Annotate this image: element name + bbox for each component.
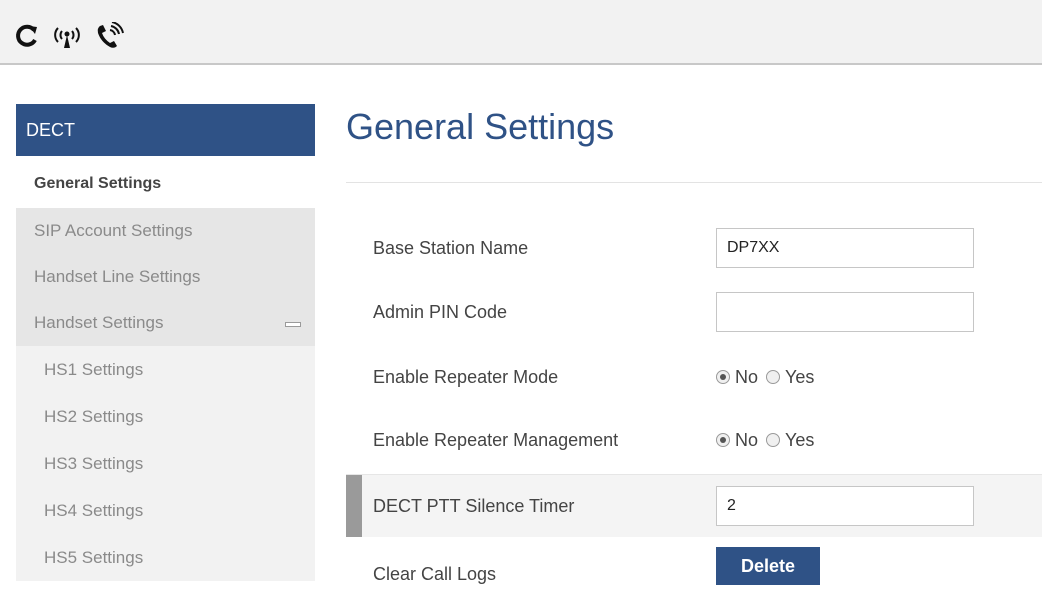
refresh-icon[interactable]: [14, 23, 40, 54]
setting-row-repeater-mode: Enable Repeater Mode No Yes: [346, 346, 1042, 408]
repeater-management-label: Enable Repeater Management: [373, 430, 619, 450]
page-title: General Settings: [346, 106, 615, 147]
sidebar-item-general-settings[interactable]: General Settings: [16, 156, 315, 208]
clear-call-logs-label: Clear Call Logs: [373, 564, 497, 584]
sidebar-nav: DECT General Settings SIP Account Settin…: [16, 104, 315, 581]
repeater-mode-yes-radio[interactable]: [766, 370, 781, 384]
top-toolbar: [0, 0, 1042, 65]
sidebar-item-label: Handset Settings: [34, 313, 164, 332]
row-highlight-marker: [346, 475, 362, 537]
repeater-management-no-radio[interactable]: [716, 433, 730, 447]
wireless-icon[interactable]: [50, 23, 84, 54]
ptt-silence-timer-label: DECT PTT Silence Timer: [373, 496, 575, 516]
setting-row-admin-pin: Admin PIN Code: [346, 281, 1042, 343]
phone-ring-icon[interactable]: [94, 21, 126, 55]
repeater-management-yes-label[interactable]: Yes: [785, 430, 814, 451]
sidebar-item-hs1-settings[interactable]: HS1 Settings: [16, 346, 315, 393]
setting-row-base-station-name: Base Station Name DP7XX: [346, 217, 1042, 279]
setting-row-ptt-silence-timer: DECT PTT Silence Timer 2: [346, 474, 1042, 537]
admin-pin-label: Admin PIN Code: [373, 302, 508, 322]
admin-pin-input[interactable]: [716, 292, 974, 332]
sidebar-item-hs4-settings[interactable]: HS4 Settings: [16, 487, 315, 534]
ptt-silence-timer-input[interactable]: 2: [716, 486, 974, 526]
repeater-mode-no-radio[interactable]: [716, 370, 730, 384]
sidebar-item-sip-account-settings[interactable]: SIP Account Settings: [16, 208, 315, 254]
base-station-name-label: Base Station Name: [373, 238, 529, 258]
setting-row-clear-call-logs: Clear Call Logs Delete: [346, 537, 1042, 599]
repeater-management-yes-radio[interactable]: [766, 433, 781, 447]
sidebar-header-dect[interactable]: DECT: [16, 104, 315, 156]
sidebar-item-hs2-settings[interactable]: HS2 Settings: [16, 393, 315, 440]
repeater-mode-label: Enable Repeater Mode: [373, 367, 559, 387]
sidebar-item-hs3-settings[interactable]: HS3 Settings: [16, 440, 315, 487]
repeater-mode-yes-label[interactable]: Yes: [785, 367, 814, 388]
toolbar-icons: [14, 21, 136, 55]
repeater-management-no-label[interactable]: No: [735, 430, 758, 451]
base-station-name-input[interactable]: DP7XX: [716, 228, 974, 268]
setting-row-repeater-management: Enable Repeater Management No Yes: [346, 409, 1042, 471]
sidebar-item-handset-settings[interactable]: Handset Settings: [16, 300, 315, 346]
repeater-management-radio-group: No Yes: [716, 430, 822, 451]
title-divider: [346, 182, 1042, 183]
delete-call-logs-button[interactable]: Delete: [716, 547, 820, 585]
repeater-mode-no-label[interactable]: No: [735, 367, 758, 388]
sidebar-item-handset-line-settings[interactable]: Handset Line Settings: [16, 254, 315, 300]
repeater-mode-radio-group: No Yes: [716, 367, 822, 388]
sidebar-item-hs5-settings[interactable]: HS5 Settings: [16, 534, 315, 581]
collapse-icon[interactable]: [285, 322, 301, 327]
